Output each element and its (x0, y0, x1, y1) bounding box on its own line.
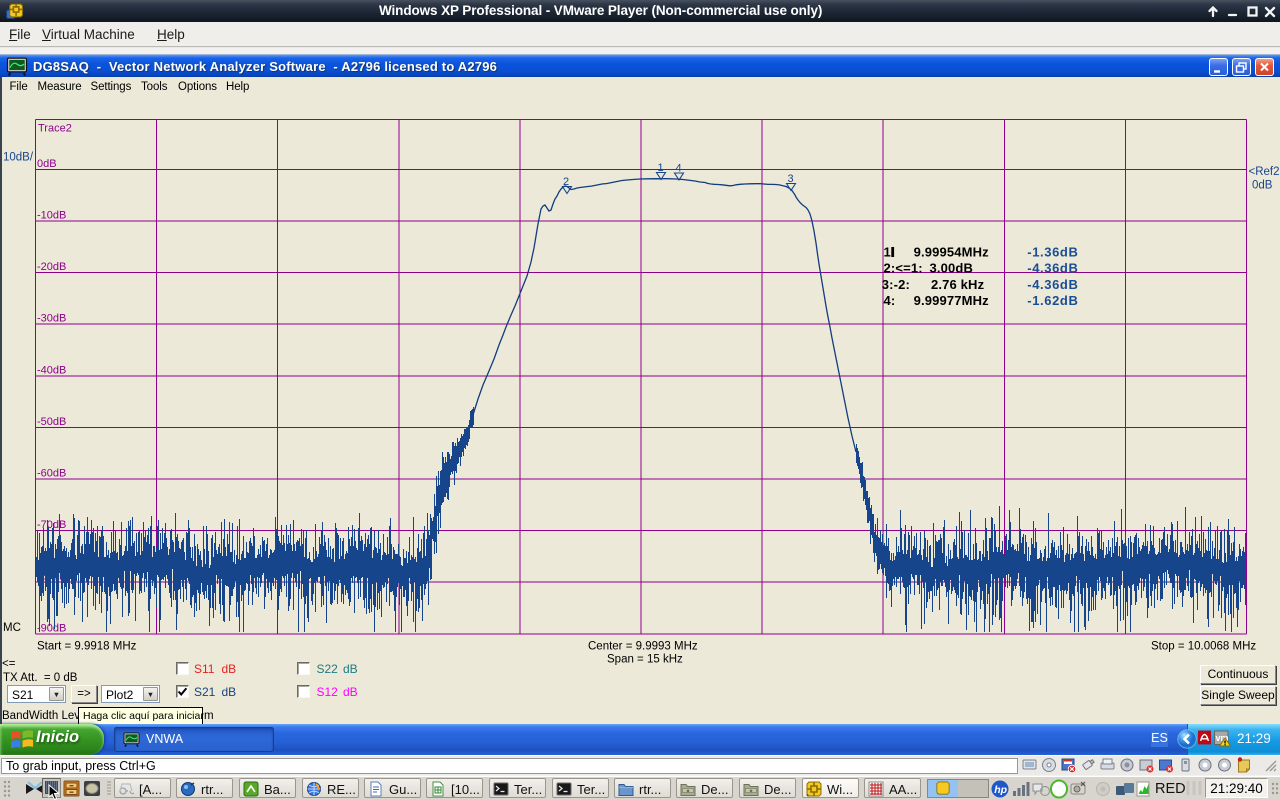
svg-text:4: 4 (676, 163, 682, 175)
svg-text:-4.36dB: -4.36dB (1027, 261, 1078, 276)
svg-text:4:: 4: (884, 293, 896, 308)
svg-text:9.99954MHz: 9.99954MHz (914, 245, 990, 260)
svg-text:-20dB: -20dB (37, 261, 66, 273)
svg-text:-50dB: -50dB (37, 416, 66, 428)
svg-text:-10dB: -10dB (37, 210, 66, 222)
svg-text:3.00dB: 3.00dB (930, 261, 974, 276)
svg-text:1: 1 (658, 162, 664, 174)
svg-text:<Ref2: <Ref2 (1249, 166, 1280, 178)
svg-text:Center = 9.9993 MHz: Center = 9.9993 MHz (588, 641, 698, 653)
svg-text:3: 3 (788, 173, 794, 185)
svg-text:-30dB: -30dB (37, 313, 66, 325)
svg-text:hp: hp (994, 784, 1007, 796)
svg-text:2:<=1:: 2:<=1: (884, 261, 923, 276)
svg-text:-90dB: -90dB (37, 622, 66, 634)
svg-text:Trace2: Trace2 (38, 123, 72, 135)
svg-text:Span = 15 kHz: Span = 15 kHz (607, 654, 683, 666)
svg-text:2: 2 (563, 176, 569, 188)
svg-text:Stop = 10.0068 MHz: Stop = 10.0068 MHz (1151, 641, 1256, 653)
svg-text:-1.62dB: -1.62dB (1027, 293, 1078, 308)
svg-text:1: 1 (884, 245, 891, 260)
svg-text:-60dB: -60dB (37, 468, 66, 480)
svg-text:Start = 9.9918 MHz: Start = 9.9918 MHz (37, 641, 137, 653)
svg-text:3:-2:: 3:-2: (882, 277, 910, 292)
svg-text:-4.36dB: -4.36dB (1027, 277, 1078, 292)
svg-text:MC: MC (3, 622, 21, 634)
svg-text:-1.36dB: -1.36dB (1027, 245, 1078, 260)
svg-text:0dB: 0dB (1252, 180, 1273, 192)
svg-text:-40dB: -40dB (37, 364, 66, 376)
svg-text:10dB/: 10dB/ (3, 152, 34, 164)
svg-text:0dB: 0dB (37, 158, 57, 170)
svg-text:2.76 kHz: 2.76 kHz (931, 277, 985, 292)
svg-text:-70dB: -70dB (37, 519, 66, 531)
svg-text:9.99977MHz: 9.99977MHz (914, 293, 990, 308)
